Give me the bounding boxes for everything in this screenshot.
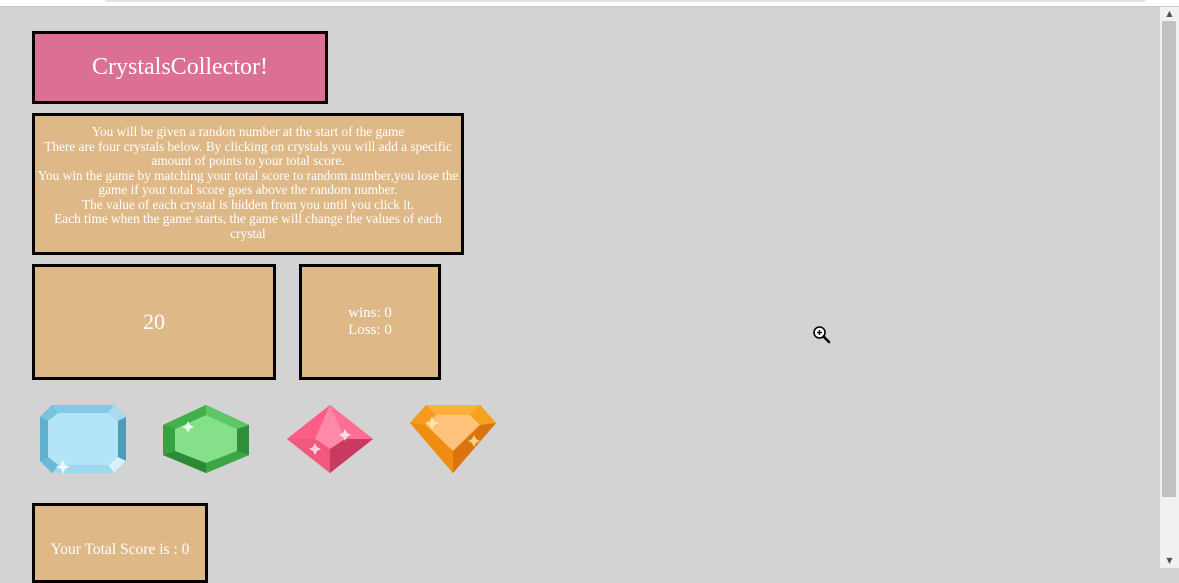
- instruction-line: The value of each crystal is hidden from…: [82, 196, 414, 212]
- instruction-line: You will be given a randon number at the…: [91, 124, 405, 139]
- page-viewport: CrystalsCollector! You will be given a r…: [0, 7, 1160, 583]
- instruction-line: There are four crystals below. By clicki…: [44, 138, 452, 168]
- win-loss-panel: wins: 0 Loss: 0: [299, 264, 441, 380]
- scrollbar-thumb[interactable]: [1162, 21, 1176, 497]
- vertical-scrollbar[interactable]: ▲ ▼: [1160, 7, 1179, 568]
- green-crystal-icon: [163, 405, 249, 473]
- zoom-in-cursor-icon: [812, 325, 832, 345]
- target-number: 20: [32, 264, 276, 380]
- wins-count: wins: 0: [348, 305, 392, 321]
- blue-crystal-button[interactable]: [38, 403, 128, 475]
- instruction-line: Each time when the game starts, the game…: [54, 211, 442, 241]
- address-bar-edge: [105, 0, 1145, 2]
- scroll-up-arrow-icon[interactable]: ▲: [1160, 7, 1179, 21]
- pink-crystal-icon: [287, 405, 373, 473]
- scroll-down-arrow-icon[interactable]: ▼: [1160, 554, 1179, 568]
- blue-crystal-icon: [40, 405, 126, 474]
- total-score: Your Total Score is : 0: [32, 503, 208, 583]
- losses-count: Loss: 0: [348, 322, 392, 338]
- orange-crystal-button[interactable]: [408, 403, 498, 475]
- orange-crystal-icon: [410, 405, 496, 473]
- green-crystal-button[interactable]: [161, 403, 251, 475]
- pink-crystal-button[interactable]: [285, 403, 375, 475]
- instructions-panel: You will be given a randon number at the…: [32, 113, 464, 255]
- game-title: CrystalsCollector!: [32, 31, 328, 104]
- instruction-line: You win the game by matching your total …: [37, 167, 459, 197]
- browser-top-strip: [0, 0, 1179, 7]
